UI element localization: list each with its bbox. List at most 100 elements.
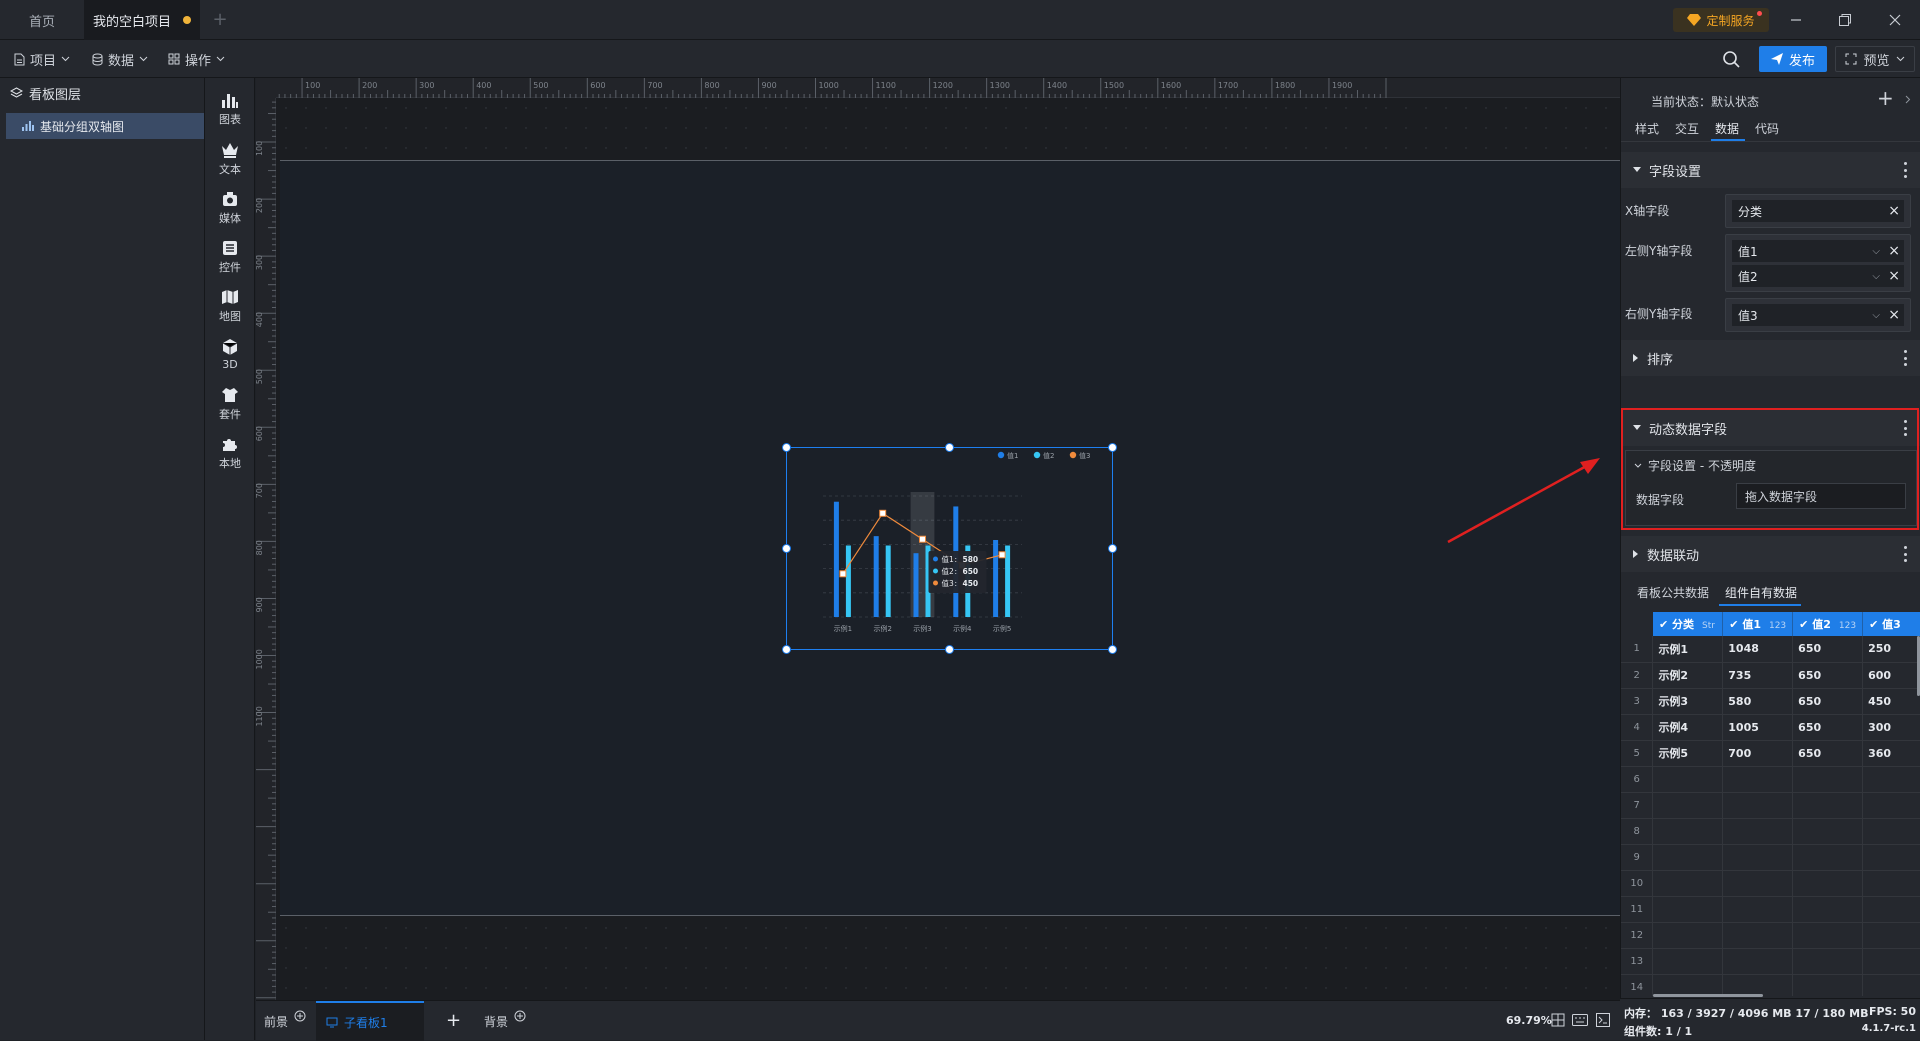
table-cell[interactable]: 650 — [1792, 740, 1864, 767]
table-cell[interactable] — [1792, 792, 1864, 819]
data-table[interactable]: ✔ 分类 Str ✔ 值1 123 ✔ 值2 123 ✔ 值3 1 示例1 1048 650… — [1621, 612, 1920, 996]
table-cell[interactable] — [1862, 896, 1920, 923]
table-cell[interactable]: 250 — [1862, 636, 1920, 663]
table-cell[interactable] — [1862, 974, 1920, 996]
table-cell[interactable] — [1792, 844, 1864, 871]
table-cell[interactable] — [1792, 922, 1864, 949]
chevron-down-icon[interactable]: ⌵ — [1872, 310, 1880, 321]
close-icon[interactable]: × — [1888, 203, 1900, 219]
column-header[interactable]: ✔ 值1 123 — [1722, 612, 1794, 636]
table-cell[interactable]: 示例5 — [1652, 740, 1724, 767]
table-row[interactable]: 2 示例2 735 650 600 — [1621, 662, 1920, 689]
zoom-level[interactable]: 69.79% — [1506, 1014, 1552, 1027]
table-row[interactable]: 3 示例3 580 650 450 — [1621, 688, 1920, 715]
menu-data[interactable]: 数据 — [92, 49, 148, 69]
custom-service-button[interactable]: 定制服务 — [1673, 8, 1769, 32]
table-cell[interactable]: 示例4 — [1652, 714, 1724, 741]
table-row[interactable]: 10 — [1621, 870, 1920, 897]
add-circle-icon[interactable] — [294, 1010, 306, 1022]
right-y-field-box[interactable]: 值3 ⌵ × — [1725, 298, 1911, 332]
state-value[interactable]: 默认状态 — [1711, 95, 1759, 109]
preview-button[interactable]: 预览 — [1835, 46, 1915, 72]
table-cell[interactable] — [1722, 766, 1794, 793]
add-circle-icon[interactable] — [514, 1010, 526, 1022]
resize-handle-s[interactable] — [945, 645, 954, 654]
background-tab[interactable]: 背景 — [484, 1009, 526, 1033]
table-cell[interactable] — [1652, 766, 1724, 793]
table-cell[interactable] — [1792, 896, 1864, 923]
table-row[interactable]: 6 — [1621, 766, 1920, 793]
table-cell[interactable] — [1722, 870, 1794, 897]
more-icon[interactable] — [1903, 546, 1907, 562]
table-cell[interactable]: 示例2 — [1652, 662, 1724, 689]
foreground-tab[interactable]: 前景 — [264, 1009, 306, 1033]
table-cell[interactable] — [1722, 922, 1794, 949]
resize-handle-ne[interactable] — [1108, 443, 1117, 452]
dynamic-fields-header[interactable]: 动态数据字段 — [1621, 410, 1920, 446]
table-cell[interactable] — [1722, 792, 1794, 819]
table-cell[interactable]: 450 — [1862, 688, 1920, 715]
new-tab-plus-icon[interactable]: + — [210, 10, 230, 30]
sub-board-tab[interactable]: 子看板1 — [316, 1001, 424, 1041]
component-local[interactable]: 本地 — [205, 428, 255, 478]
field-settings-header[interactable]: 字段设置 — [1621, 152, 1920, 188]
table-row[interactable]: 9 — [1621, 844, 1920, 871]
close-icon[interactable]: × — [1888, 307, 1900, 323]
table-cell[interactable] — [1652, 896, 1724, 923]
search-button[interactable] — [1722, 50, 1740, 68]
tab-public-data[interactable]: 看板公共数据 — [1637, 584, 1709, 601]
table-cell[interactable] — [1792, 818, 1864, 845]
sort-header[interactable]: 排序 — [1621, 340, 1920, 376]
table-cell[interactable]: 300 — [1862, 714, 1920, 741]
table-cell[interactable] — [1862, 922, 1920, 949]
left-y-field-box[interactable]: 值1 ⌵ × 值2 ⌵ × — [1725, 234, 1911, 292]
component-text[interactable]: 文本 — [205, 134, 255, 184]
table-cell[interactable] — [1862, 844, 1920, 871]
tab-style[interactable]: 样式 — [1635, 120, 1659, 137]
tab-home[interactable]: 首页 — [0, 0, 84, 40]
restore-button[interactable] — [1825, 0, 1865, 40]
terminal-icon[interactable] — [1596, 1013, 1610, 1027]
table-cell[interactable] — [1722, 896, 1794, 923]
table-cell[interactable]: 1005 — [1722, 714, 1794, 741]
resize-handle-e[interactable] — [1108, 544, 1117, 553]
publish-button[interactable]: 发布 — [1759, 46, 1827, 72]
component-control[interactable]: 控件 — [205, 232, 255, 282]
table-row[interactable]: 8 — [1621, 818, 1920, 845]
resize-handle-sw[interactable] — [782, 645, 791, 654]
table-row[interactable]: 11 — [1621, 896, 1920, 923]
table-cell[interactable]: 580 — [1722, 688, 1794, 715]
column-header[interactable]: ✔ 分类 Str — [1652, 612, 1724, 636]
tab-project[interactable]: 我的空白项目 — [84, 0, 200, 40]
x-field-box[interactable]: 分类 × — [1725, 194, 1911, 228]
minimize-button[interactable] — [1776, 0, 1816, 40]
table-cell[interactable] — [1652, 844, 1724, 871]
menu-operation[interactable]: 操作 — [168, 49, 225, 69]
table-row[interactable]: 1 示例1 1048 650 250 — [1621, 636, 1920, 663]
close-icon[interactable]: × — [1888, 243, 1900, 259]
table-cell[interactable] — [1862, 792, 1920, 819]
table-cell[interactable] — [1652, 818, 1724, 845]
table-cell[interactable]: 示例1 — [1652, 636, 1724, 663]
data-field-dropzone[interactable]: 拖入数据字段 — [1736, 483, 1906, 509]
tab-own-data[interactable]: 组件自有数据 — [1725, 584, 1797, 601]
chevron-down-icon[interactable]: ⌵ — [1872, 271, 1880, 282]
more-icon[interactable] — [1903, 420, 1907, 436]
table-cell[interactable] — [1792, 870, 1864, 897]
component-3d[interactable]: 3D — [205, 330, 255, 380]
column-header[interactable]: ✔ 值3 — [1862, 612, 1920, 636]
chevron-down-icon[interactable]: ⌵ — [1872, 246, 1880, 257]
table-cell[interactable]: 735 — [1722, 662, 1794, 689]
chart-widget[interactable]: 示例1 示例2 示例3 示例4 示例5 值1 值2 值3 值1:580 值2:650 值3:450 — [782, 443, 1117, 654]
table-cell[interactable]: 示例3 — [1652, 688, 1724, 715]
table-cell[interactable] — [1792, 948, 1864, 975]
component-media[interactable]: 媒体 — [205, 183, 255, 233]
table-cell[interactable] — [1722, 948, 1794, 975]
table-cell[interactable]: 700 — [1722, 740, 1794, 767]
table-cell[interactable]: 650 — [1792, 636, 1864, 663]
data-linkage-header[interactable]: 数据联动 — [1621, 536, 1920, 572]
opacity-group-header[interactable]: 字段设置 - 不透明度 — [1634, 457, 1756, 474]
add-state-icon[interactable]: + — [1877, 88, 1894, 108]
fit-screen-icon[interactable] — [1551, 1013, 1565, 1027]
field-chip-category[interactable]: 分类 × — [1732, 200, 1904, 222]
